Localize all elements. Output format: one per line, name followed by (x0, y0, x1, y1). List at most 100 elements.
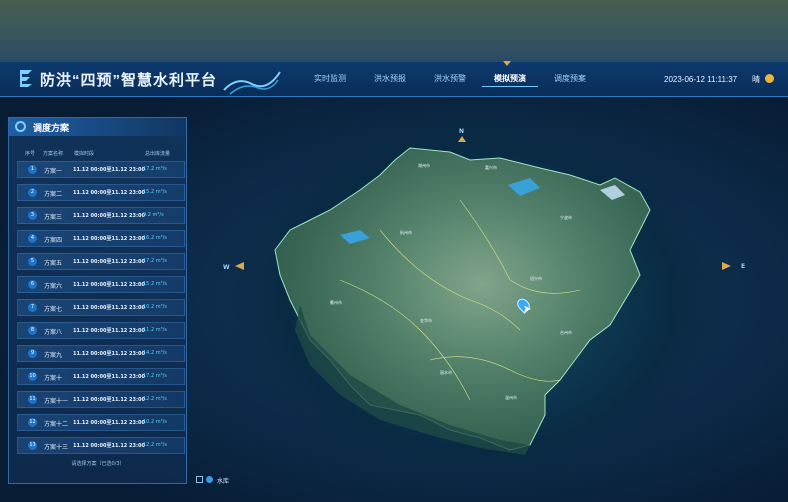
row-number-badge: 4 (28, 234, 37, 243)
plan-time-range: 11.12 00:00至11.12 23:00 (73, 236, 145, 242)
row-number-badge: 2 (28, 188, 37, 197)
table-row[interactable]: 13 方案十三 11.12 00:00至11.12 23:00 12.2 m³/s (17, 437, 185, 454)
map-label: 台州市 (560, 330, 572, 335)
table-row[interactable]: 2 方案二 11.12 00:00至11.12 23:00 15.2 m³/s (17, 184, 185, 201)
west-arrow-icon (235, 262, 244, 270)
row-number-badge: 5 (28, 257, 37, 266)
north-arrow-icon (458, 136, 466, 142)
plan-name: 方案八 (44, 329, 63, 336)
table-row[interactable]: 12 方案十二 11.12 00:00至11.12 23:00 10.2 m³/s (17, 414, 185, 431)
legend-checkbox[interactable] (196, 476, 203, 483)
table-row[interactable]: 10 方案十 11.12 00:00至11.12 23:00 17.2 m³/s (17, 368, 185, 385)
page-title: 防洪“四预”智慧水利平台 (40, 72, 218, 89)
weather-text: 晴 (752, 75, 760, 84)
row-number-badge: 1 (28, 165, 37, 174)
plan-name: 方案三 (44, 214, 63, 221)
table-row[interactable]: 11 方案十一 11.12 00:00至11.12 23:00 12.2 m³/s (17, 391, 185, 408)
table-row[interactable]: 3 方案三 11.12 00:00至11.12 23:00 9.2 m³/s (17, 207, 185, 224)
plan-name: 方案六 (44, 283, 63, 290)
datetime-display: 2023-06-12 11:11:37 (664, 75, 738, 84)
column-header: 方案名称 (43, 151, 64, 157)
tab-simulation-preview[interactable]: 模拟预演 (482, 72, 538, 87)
plan-outflow: 16.2 m³/s (143, 235, 167, 241)
row-number-badge: 9 (28, 349, 37, 358)
tab-realtime-monitoring[interactable]: 实时监测 (302, 72, 358, 86)
row-number-badge: 8 (28, 326, 37, 335)
compass-north: N (459, 128, 465, 135)
plan-name: 方案十二 (44, 421, 69, 428)
plan-time-range: 11.12 00:00至11.12 23:00 (73, 282, 145, 288)
compass-east: E (741, 263, 746, 270)
plan-time-range: 11.12 00:00至11.12 23:00 (73, 374, 145, 380)
plan-name: 方案七 (44, 306, 63, 313)
column-header: 序号 (25, 151, 36, 157)
map-label: 嘉兴市 (485, 165, 497, 170)
plan-outflow: 15.2 m³/s (143, 281, 167, 287)
plan-time-range: 11.12 00:00至11.12 23:00 (73, 259, 145, 265)
logo-icon (20, 70, 32, 87)
dispatch-plan-panel: 调度方案 序号 方案名称 模拟时段 总出库流量 1 方案一 11.12 00:00至… (8, 117, 187, 484)
row-number-badge: 6 (28, 280, 37, 289)
row-number-badge: 12 (28, 418, 37, 427)
map-label: 金华市 (420, 318, 432, 323)
row-number-badge: 7 (28, 303, 37, 312)
map-label: 杭州市 (400, 230, 412, 235)
tab-flood-warning[interactable]: 洪水预警 (422, 72, 478, 86)
row-number-badge: 3 (28, 211, 37, 220)
wave-decoration-icon (223, 71, 281, 95)
plan-time-range: 11.12 00:00至11.12 23:00 (73, 305, 145, 311)
plan-time-range: 11.12 00:00至11.12 23:00 (73, 443, 145, 449)
plan-name: 方案二 (44, 191, 63, 198)
sun-icon (765, 74, 774, 83)
table-row[interactable]: 6 方案六 11.12 00:00至11.12 23:00 15.2 m³/s (17, 276, 185, 293)
plan-outflow: 15.2 m³/s (143, 189, 167, 195)
panel-title: 调度方案 (33, 123, 70, 133)
column-header: 总出库流量 (145, 151, 171, 157)
column-header: 模拟时段 (74, 151, 95, 157)
table-row[interactable]: 9 方案九 11.12 00:00至11.12 23:00 14.2 m³/s (17, 345, 185, 362)
map-label: 绍兴市 (530, 276, 542, 281)
table-row[interactable]: 1 方案一 11.12 00:00至11.12 23:00 17.2 m³/s (17, 161, 185, 178)
table-row[interactable]: 8 方案八 11.12 00:00至11.12 23:00 11.2 m³/s (17, 322, 185, 339)
row-number-badge: 13 (28, 441, 37, 450)
map-label: 宁波市 (560, 215, 572, 220)
plan-outflow: 12.2 m³/s (143, 442, 167, 448)
plan-outflow: 9.2 m³/s (143, 212, 164, 218)
plan-time-range: 11.12 00:00至11.12 23:00 (73, 190, 145, 196)
plan-outflow: 12.2 m³/s (143, 396, 167, 402)
plan-outflow: 10.2 m³/s (143, 419, 167, 425)
map-label: 衢州市 (330, 300, 342, 305)
row-number-badge: 10 (28, 372, 37, 381)
plan-name: 方案十三 (44, 444, 69, 451)
panel-header: 调度方案 (9, 118, 186, 136)
table-row[interactable]: 7 方案七 11.12 00:00至11.12 23:00 10.2 m³/s (17, 299, 185, 316)
reservoir-icon (206, 476, 213, 483)
east-arrow-icon (722, 262, 731, 270)
plan-name: 方案九 (44, 352, 63, 359)
panel-title-icon (15, 121, 26, 132)
plan-outflow: 17.2 m³/s (143, 166, 167, 172)
plan-time-range: 11.12 00:00至11.12 23:00 (73, 397, 145, 403)
header-caret-icon (503, 61, 511, 66)
plan-name: 方案四 (44, 237, 63, 244)
map-label: 温州市 (505, 395, 517, 400)
tab-dispatch-plan[interactable]: 调度预案 (542, 72, 598, 86)
plan-outflow: 11.2 m³/s (143, 327, 167, 333)
plan-outflow: 17.2 m³/s (143, 258, 167, 264)
plan-outflow: 17.2 m³/s (143, 373, 167, 379)
row-number-badge: 11 (28, 395, 37, 404)
plan-name: 方案五 (44, 260, 63, 267)
select-plan-button[interactable]: 请选择方案（已选0/3） (53, 458, 143, 470)
plan-name: 方案十一 (44, 398, 69, 405)
plan-time-range: 11.12 00:00至11.12 23:00 (73, 328, 145, 334)
plan-name: 方案十 (44, 375, 63, 382)
map-label: 丽水市 (440, 370, 452, 375)
tab-flood-forecast[interactable]: 洪水预报 (362, 72, 418, 86)
map-label: 湖州市 (418, 163, 430, 168)
compass-west: W (223, 264, 230, 271)
plan-outflow: 14.2 m³/s (143, 350, 167, 356)
table-row[interactable]: 4 方案四 11.12 00:00至11.12 23:00 16.2 m³/s (17, 230, 185, 247)
legend-label: 水库 (217, 478, 230, 485)
plan-time-range: 11.12 00:00至11.12 23:00 (73, 167, 145, 173)
table-row[interactable]: 5 方案五 11.12 00:00至11.12 23:00 17.2 m³/s (17, 253, 185, 270)
